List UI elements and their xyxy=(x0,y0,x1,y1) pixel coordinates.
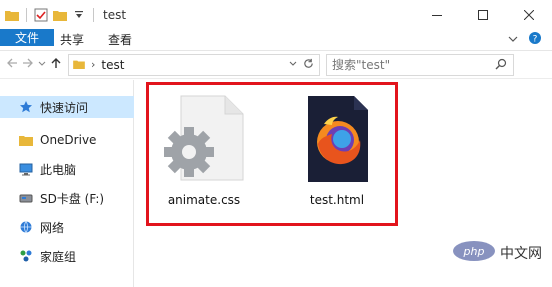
drive-icon xyxy=(18,190,34,206)
svg-text:php: php xyxy=(463,245,485,258)
help-icon[interactable]: ? xyxy=(528,31,542,48)
search-input[interactable]: 搜索"test" xyxy=(326,53,514,76)
sidebar-item-quick-access[interactable]: 快速访问 xyxy=(0,96,134,118)
customize-dropdown-icon[interactable] xyxy=(71,7,87,23)
properties-icon[interactable] xyxy=(33,7,49,23)
watermark-text: 中文网 xyxy=(500,245,542,262)
search-placeholder: 搜索"test" xyxy=(332,58,391,72)
folder-icon xyxy=(18,132,34,148)
star-icon xyxy=(18,99,34,115)
sidebar-item-this-pc[interactable]: 此电脑 xyxy=(0,158,134,180)
up-arrow-icon[interactable] xyxy=(50,57,62,73)
navigation-bar: › test 搜索"test" xyxy=(0,51,552,79)
breadcrumb-chevron-icon[interactable]: › xyxy=(91,58,95,71)
forward-arrow-icon[interactable] xyxy=(22,57,34,73)
minimize-button[interactable] xyxy=(414,0,460,29)
folder-icon xyxy=(73,58,85,72)
network-icon xyxy=(18,219,34,235)
homegroup-icon xyxy=(18,248,34,264)
navigation-pane: 快速访问 OneDrive 此电脑 SD卡盘 (F:) 网络 家庭组 xyxy=(0,80,134,287)
ribbon-right-controls: ? xyxy=(508,29,552,50)
ribbon-tabs: 文件 主页 共享 查看 ? xyxy=(0,29,552,51)
navigation-buttons xyxy=(0,57,62,73)
sidebar-item-label: 家庭组 xyxy=(40,249,77,264)
selection-highlight-box xyxy=(146,82,398,226)
sidebar-item-onedrive[interactable]: OneDrive xyxy=(0,129,134,151)
address-bar[interactable]: › test xyxy=(68,53,320,76)
sidebar-item-label: 网络 xyxy=(40,220,65,235)
tab-view[interactable]: 查看 xyxy=(96,29,144,50)
refresh-icon[interactable] xyxy=(303,58,314,72)
address-dropdown-icon[interactable] xyxy=(289,60,297,70)
sidebar-item-label: SD卡盘 (F:) xyxy=(40,191,105,206)
sidebar-item-label: 此电脑 xyxy=(40,162,77,177)
tab-share[interactable]: 共享 xyxy=(48,29,96,50)
tab-file[interactable]: 文件 xyxy=(0,29,55,46)
sidebar-item-label: 快速访问 xyxy=(40,100,89,115)
breadcrumb-path[interactable]: test xyxy=(101,58,124,72)
svg-text:?: ? xyxy=(533,35,538,45)
separator xyxy=(93,7,94,22)
quick-access-toolbar xyxy=(0,0,97,29)
search-icon[interactable] xyxy=(495,58,507,73)
window-controls xyxy=(414,0,552,29)
computer-icon xyxy=(18,161,34,177)
php-logo-icon: php xyxy=(452,240,496,265)
separator xyxy=(26,7,27,22)
title-bar: test xyxy=(0,0,552,29)
expand-ribbon-icon[interactable] xyxy=(508,33,518,46)
maximize-button[interactable] xyxy=(460,0,506,29)
folder-icon[interactable] xyxy=(4,7,20,23)
back-arrow-icon[interactable] xyxy=(6,57,18,73)
sidebar-item-network[interactable]: 网络 xyxy=(0,216,134,238)
close-button[interactable] xyxy=(506,0,552,29)
sidebar-item-label: OneDrive xyxy=(40,133,97,147)
sidebar-item-sd-card[interactable]: SD卡盘 (F:) xyxy=(0,187,134,209)
window-title: test xyxy=(103,7,127,22)
new-folder-icon[interactable] xyxy=(52,7,68,23)
watermark: php 中文网 xyxy=(452,240,542,265)
recent-locations-icon[interactable] xyxy=(38,57,46,72)
sidebar-item-homegroup[interactable]: 家庭组 xyxy=(0,245,134,267)
